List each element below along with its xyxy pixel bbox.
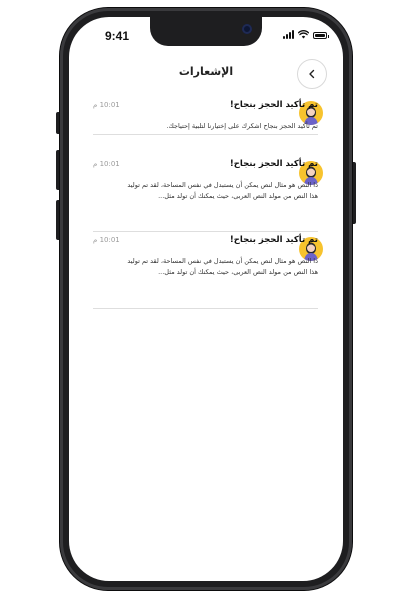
wifi-icon <box>298 30 309 39</box>
status-icons <box>283 30 329 39</box>
camera-icon <box>242 24 252 34</box>
notification-time: 10:01 م <box>93 236 120 244</box>
notification-title: تم تأكيد الحجز بنجاح! <box>229 235 318 245</box>
notification-title: تم تأكيد الحجز بنجاح! <box>229 100 318 110</box>
notification-item[interactable]: تم تأكيد الحجز بنجاح! 10:01 م ذا النص هو… <box>93 159 318 232</box>
status-time: 9:41 <box>105 29 130 43</box>
notch <box>150 17 262 46</box>
notification-title: تم تأكيد الحجز بنجاح! <box>229 159 318 169</box>
battery-icon <box>313 32 329 39</box>
phone-screen: 9:41 الإشعارات تم تأكيد الحجز بنجاح! 10:… <box>69 17 343 581</box>
page-title: الإشعارات <box>178 65 234 78</box>
notification-item[interactable]: تم تأكيد الحجز بنجاح! 10:01 م تم تأكيد ا… <box>93 100 318 135</box>
notification-body: ذا النص هو مثال لنص يمكن أن يستبدل في نف… <box>127 257 318 276</box>
notification-body: ذا النص هو مثال لنص يمكن أن يستبدل في نف… <box>127 181 318 200</box>
notification-time: 10:01 م <box>93 101 120 109</box>
signal-icon <box>283 30 294 39</box>
notification-body: تم تأكيد الحجز بنجاح اشكرك على إختيارنا … <box>166 122 318 130</box>
notification-item[interactable]: تم تأكيد الحجز بنجاح! 10:01 م ذا النص هو… <box>93 235 318 309</box>
notification-time: 10:01 م <box>93 160 120 168</box>
device-mockup: 9:41 الإشعارات تم تأكيد الحجز بنجاح! 10:… <box>0 0 405 616</box>
